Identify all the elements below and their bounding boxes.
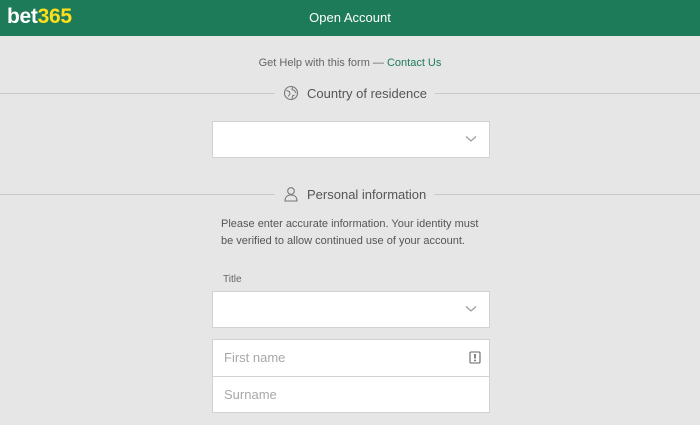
- section-title-country-label: Country of residence: [307, 85, 427, 101]
- help-text: Get Help with this form —: [258, 57, 387, 69]
- chevron-down-icon: [465, 306, 477, 312]
- surname-input[interactable]: Surname: [212, 376, 490, 413]
- first-name-placeholder: First name: [224, 350, 286, 365]
- person-icon: [283, 186, 299, 202]
- section-title-country: Country of residence: [275, 83, 435, 103]
- contact-us-link[interactable]: Contact Us: [387, 57, 441, 69]
- help-line: Get Help with this form — Contact Us: [0, 57, 700, 69]
- chevron-down-icon: [465, 136, 477, 142]
- title-select[interactable]: [212, 291, 490, 328]
- globe-icon: [283, 85, 299, 101]
- surname-placeholder: Surname: [224, 387, 277, 402]
- header-bar: bet365 Open Account: [0, 0, 700, 36]
- page-title: Open Account: [309, 10, 391, 25]
- country-select[interactable]: [212, 121, 490, 158]
- first-name-input[interactable]: First name: [212, 339, 490, 377]
- section-title-personal-label: Personal information: [307, 186, 427, 202]
- title-field-label: Title: [223, 274, 242, 285]
- id-card-icon: [469, 351, 481, 364]
- personal-info-description: Please enter accurate information. Your …: [221, 218, 479, 247]
- section-title-personal: Personal information: [275, 184, 435, 204]
